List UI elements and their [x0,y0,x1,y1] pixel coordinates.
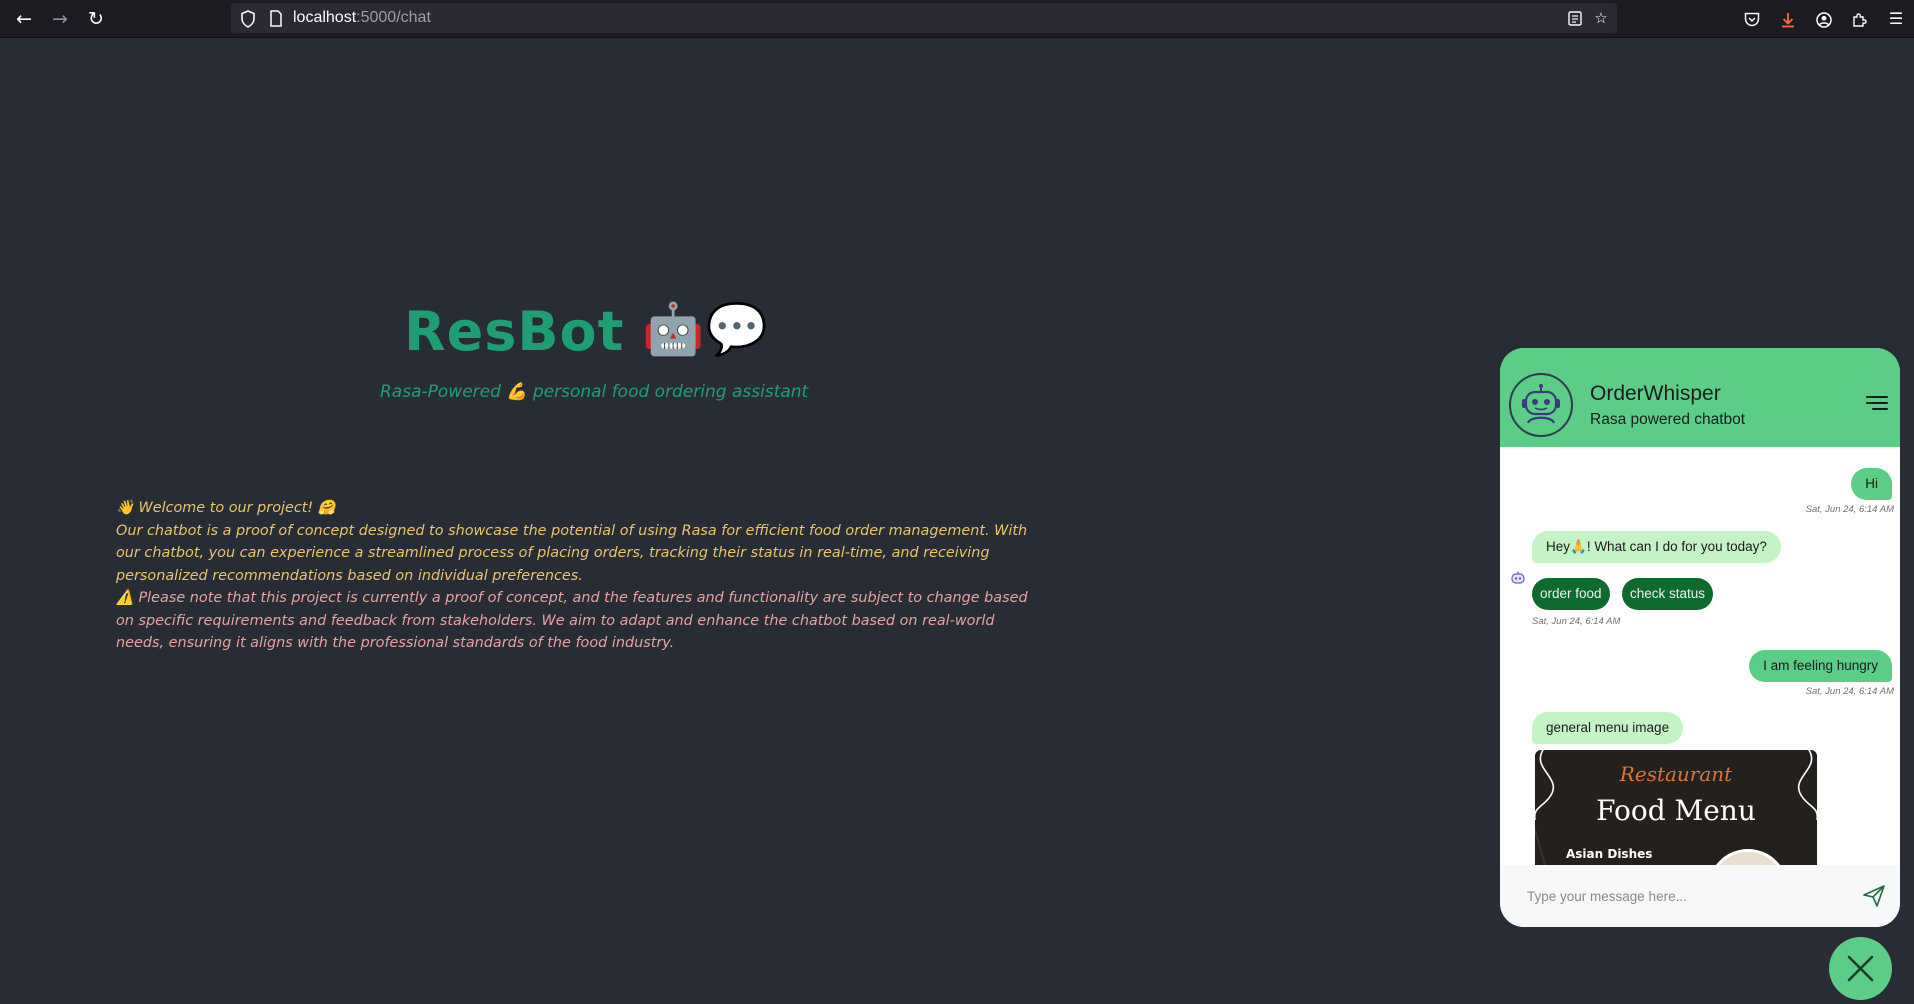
message-timestamp: Sat, Jun 24, 6:14 AM [1805,504,1894,515]
message-timestamp: Sat, Jun 24, 6:14 AM [1805,686,1894,697]
send-icon[interactable] [1862,884,1886,908]
reload-icon[interactable]: ↻ [83,6,109,32]
url-host: localhost [293,9,357,26]
project-description: Our chatbot is a proof of concept design… [116,522,1028,584]
reader-view-icon[interactable] [1564,3,1586,33]
shield-icon[interactable] [237,3,259,33]
menu-icon[interactable] [1866,396,1888,412]
page-subtitle: Rasa-Powered 💪 personal food ordering as… [380,382,809,402]
back-icon[interactable]: ← [11,6,37,32]
close-chat-button[interactable] [1829,937,1892,1000]
quick-reply-order-food[interactable]: order food [1532,578,1610,610]
forward-icon[interactable]: → [47,6,73,32]
pocket-icon[interactable] [1739,6,1765,32]
user-message: Hi [1851,468,1892,500]
app-menu-icon[interactable]: ☰ [1883,6,1909,32]
bot-tagline: Rasa powered chatbot [1590,411,1746,428]
message-input[interactable] [1525,882,1849,910]
disclaimer-notice: ⚠️ Please note that this project is curr… [116,590,1028,651]
bot-message: general menu image [1532,712,1684,744]
menu-script-text: Restaurant [1619,762,1733,786]
chat-input-bar [1500,865,1900,927]
small-bot-icon [1509,570,1527,588]
url-path: :5000/chat [356,9,431,26]
menu-section-text: Asian Dishes [1566,847,1653,861]
chat-header: OrderWhisper Rasa powered chatbot [1500,348,1900,447]
robot-chat-emoji: 🤖💬 [642,300,769,358]
download-icon[interactable] [1775,6,1801,32]
menu-title-text: Food Menu [1596,794,1756,827]
bot-avatar-icon [1509,373,1573,437]
address-bar[interactable]: localhost:5000/chat ☆ [231,3,1617,33]
bookmark-star-icon[interactable]: ☆ [1590,3,1612,33]
close-icon [1847,955,1874,982]
food-menu-image[interactable]: Restaurant Food Menu Asian Dishes [1535,750,1817,865]
browser-toolbar: ← → ↻ localhost:5000/chat ☆ ☰ [0,0,1914,38]
message-timestamp: Sat, Jun 24, 6:14 AM [1532,616,1621,627]
bot-name: OrderWhisper [1590,382,1721,405]
page-title-text: ResBot [404,300,625,363]
extensions-icon[interactable] [1847,6,1873,32]
url-text[interactable]: localhost:5000/chat [293,3,431,33]
chat-messages[interactable]: Hi Sat, Jun 24, 6:14 AM Hey🙏! What can I… [1500,447,1900,865]
welcome-line: 👋 Welcome to our project! 🤗 [116,500,336,516]
intro-text: 👋 Welcome to our project! 🤗 Our chatbot … [116,497,1036,655]
page-icon[interactable] [265,3,287,33]
page-title: ResBot 🤖💬 [404,300,769,363]
bot-message: Hey🙏! What can I do for you today? [1532,531,1781,563]
user-message: I am feeling hungry [1749,650,1892,682]
quick-reply-check-status[interactable]: check status [1622,578,1714,610]
chat-widget: OrderWhisper Rasa powered chatbot Hi Sat… [1500,348,1900,927]
account-icon[interactable] [1811,6,1837,32]
